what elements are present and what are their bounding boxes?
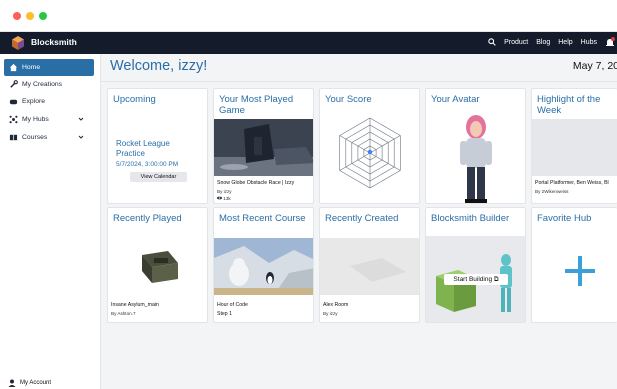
top-navbar: Blocksmith Product Blog Help Hubs: [0, 32, 617, 54]
chevron-down-icon[interactable]: [78, 134, 84, 140]
my-account-label: My Account: [20, 380, 52, 386]
start-building-button[interactable]: Start Building ⧉: [444, 274, 508, 285]
course-name: Hour of Code: [217, 302, 248, 308]
avatar-card[interactable]: Your Avatar: [425, 88, 526, 204]
sidebar-item-my-creations[interactable]: My Creations: [4, 76, 94, 93]
favorite-hub-card[interactable]: Favorite Hub: [531, 207, 617, 323]
nav-help-link[interactable]: Help: [558, 39, 572, 46]
recently-played-thumbnail[interactable]: [132, 243, 186, 291]
course-thumbnail[interactable]: [214, 238, 314, 295]
upcoming-card[interactable]: Upcoming Rocket League Practice 5/7/2024…: [107, 88, 208, 204]
app-window: Blocksmith Product Blog Help Hubs Home M…: [0, 0, 617, 389]
page-title: Welcome, izzy!: [110, 58, 208, 74]
score-card[interactable]: Your Score: [319, 88, 420, 204]
wrench-icon: [10, 80, 18, 88]
window-chrome: [0, 0, 617, 32]
sidebar-item-label: My Creations: [22, 81, 63, 88]
recently-created-thumbnail[interactable]: [320, 238, 420, 295]
game-author: By Ashton.7: [111, 311, 136, 316]
gamepad-icon: [9, 99, 18, 105]
highlight-author: By 2Wikenweiss: [535, 189, 569, 194]
recent-course-card[interactable]: Most Recent Course Hour of Code Step 1: [213, 207, 314, 323]
external-link-icon: ⧉: [493, 276, 499, 283]
main-content: Welcome, izzy! May 7, 20 Upcoming Rocket…: [101, 54, 617, 389]
nav-blog-link[interactable]: Blog: [536, 39, 550, 46]
card-title: Highlight of the Week: [537, 94, 601, 116]
book-icon: [9, 134, 18, 141]
nav-hubs-link[interactable]: Hubs: [581, 39, 597, 46]
views-count: 13k: [223, 196, 231, 201]
sidebar-item-label: Explore: [22, 98, 46, 105]
sidebar-item-label: Courses: [22, 134, 48, 141]
home-icon: [9, 63, 18, 72]
close-window-button[interactable]: [13, 12, 21, 20]
sidebar-item-courses[interactable]: Courses: [4, 129, 94, 146]
builder-card[interactable]: Blocksmith Builder Start Building ⧉: [425, 207, 526, 323]
header-divider: [101, 81, 617, 82]
card-title: Favorite Hub: [537, 213, 592, 224]
sidebar-item-my-hubs[interactable]: My Hubs: [4, 111, 94, 128]
card-title: Recently Played: [113, 213, 182, 224]
game-name: Snow Globe Obstacle Race | Izzy: [217, 180, 295, 186]
recently-played-card[interactable]: Recently Played Insane Asylum_main By As…: [107, 207, 208, 323]
card-title: Your Avatar: [431, 94, 480, 105]
card-title: Your Most Played Game: [219, 94, 294, 116]
event-name[interactable]: Rocket League Practice: [116, 139, 196, 159]
recently-created-card[interactable]: Recently Created Alex Room By izzy: [319, 207, 420, 323]
game-thumbnail[interactable]: [214, 119, 314, 176]
score-radar-chart: [339, 117, 401, 189]
eye-icon: [217, 196, 222, 200]
add-hub-plus-icon[interactable]: [565, 256, 595, 286]
start-building-label: Start Building: [453, 276, 493, 283]
most-played-card[interactable]: Your Most Played Game Snow Globe Obstacl…: [213, 88, 314, 204]
sidebar: Home My Creations Explore My Hubs Course…: [0, 54, 101, 389]
chevron-down-icon[interactable]: [78, 116, 84, 122]
blocksmith-logo-icon[interactable]: [10, 35, 26, 51]
card-title: Blocksmith Builder: [431, 213, 510, 224]
card-title: Upcoming: [113, 94, 156, 105]
sidebar-item-home[interactable]: Home: [4, 59, 94, 76]
sidebar-item-label: My Hubs: [22, 116, 49, 123]
view-calendar-button[interactable]: View Calendar: [130, 172, 187, 182]
game-name: Insane Asylum_main: [111, 302, 159, 308]
card-title: Recently Created: [325, 213, 399, 224]
hub-icon: [9, 115, 18, 124]
nav-links: Product Blog Help Hubs: [488, 38, 597, 46]
search-icon[interactable]: [488, 38, 496, 46]
event-datetime: 5/7/2024, 3:00:00 PM: [116, 161, 179, 168]
nav-product-link[interactable]: Product: [504, 39, 528, 46]
room-author: By izzy: [323, 311, 338, 316]
minimize-window-button[interactable]: [26, 12, 34, 20]
sidebar-item-label: Home: [22, 64, 41, 71]
maximize-window-button[interactable]: [39, 12, 47, 20]
sidebar-item-explore[interactable]: Explore: [4, 93, 94, 110]
current-date: May 7, 20: [572, 60, 617, 72]
game-author: By izzy: [217, 189, 232, 194]
user-icon: [8, 379, 16, 387]
notification-bell-icon[interactable]: [605, 37, 615, 48]
highlight-name: Portal Platformer, Ben Weiss, Bl: [535, 180, 609, 186]
brand-name[interactable]: Blocksmith: [31, 37, 77, 47]
game-views: 13k: [217, 196, 231, 201]
highlight-thumbnail[interactable]: [532, 119, 617, 176]
course-step: Step 1: [217, 311, 232, 317]
highlight-card[interactable]: Highlight of the Week Portal Platformer,…: [531, 88, 617, 204]
room-name: Alex Room: [323, 302, 349, 308]
card-title: Most Recent Course: [219, 213, 306, 224]
my-account-link[interactable]: My Account: [8, 379, 51, 387]
avatar-figure-image[interactable]: [446, 111, 506, 204]
card-title: Your Score: [325, 94, 372, 105]
